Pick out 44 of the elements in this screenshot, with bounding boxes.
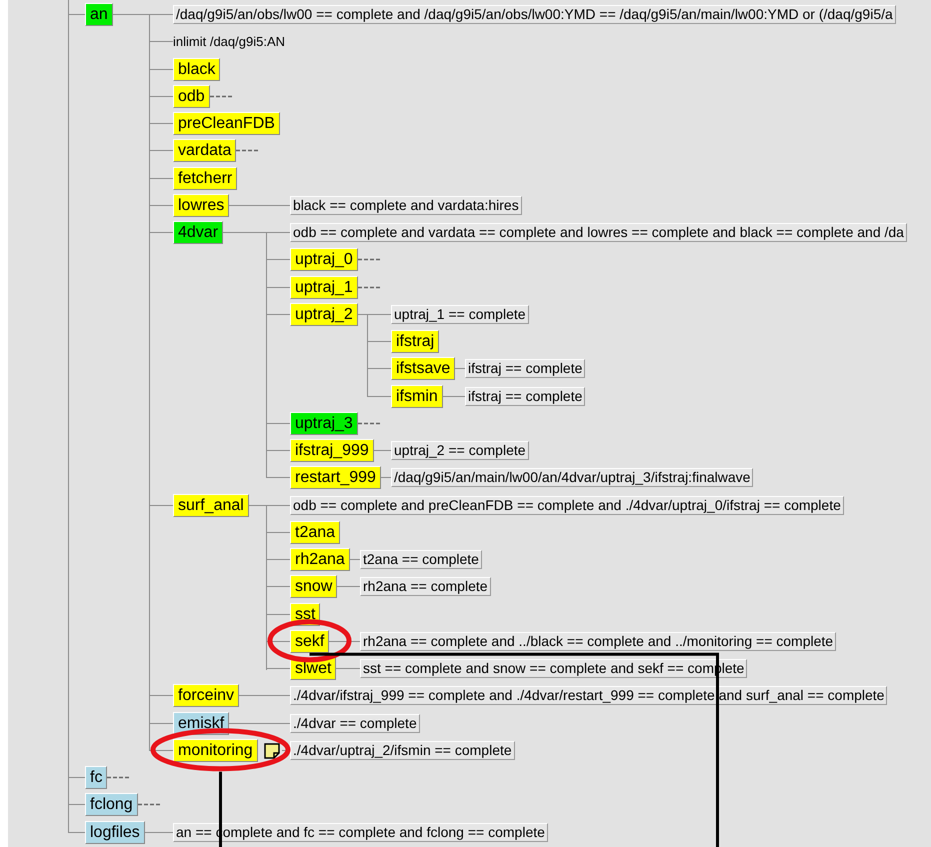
trigger-expression: ifstraj == complete [465,359,586,378]
tree-node[interactable]: fetcherr [173,167,238,190]
tree-node[interactable]: uptraj_1 [290,276,358,299]
trigger-expression: ./4dvar/uptraj_2/ifsmin == complete [290,741,515,760]
tree-node[interactable]: forceinv [173,684,240,707]
tree-node[interactable]: snow [290,575,338,598]
tree-node[interactable]: monitoring [173,739,258,762]
tree-node[interactable]: an [85,3,113,26]
tree-node[interactable]: uptraj_0 [290,248,358,271]
tree-node[interactable]: 4dvar [173,221,224,244]
tree-node[interactable]: t2ana [290,521,340,544]
trigger-expression: /daq/g9i5/an/obs/lw00 == complete and /daq/g9i5/an/obs/lw00:YMD == /daq/g9i5/an/main/lw00:YMD or (/daq/g9i5/a [173,5,896,24]
trigger-expression: ./4dvar/ifstraj_999 == complete and ./4dvar/restart_999 == complete and surf_anal == complete [290,686,888,705]
tree-node[interactable]: fclong [85,793,138,816]
tree-node[interactable]: logfiles [85,821,145,844]
tree-node[interactable]: ifstraj [391,330,440,353]
tree-node[interactable]: black [173,58,220,81]
tree-node[interactable]: rh2ana [290,548,350,571]
tree-node[interactable]: preCleanFDB [173,112,280,135]
limit-text: inlimit /daq/g9i5:AN [173,33,285,51]
tree-node[interactable]: ifstsave [391,357,456,380]
tree-node[interactable]: lowres [173,194,230,217]
tree-node[interactable]: uptraj_2 [290,303,358,326]
trigger-expression: uptraj_1 == complete [391,305,529,324]
note-icon[interactable] [264,743,280,759]
trigger-expression: t2ana == complete [360,550,482,569]
trigger-expression: uptraj_2 == complete [391,441,529,460]
tree-node[interactable]: restart_999 [290,466,381,489]
tree-node[interactable]: uptraj_3 [290,412,358,435]
trigger-expression: ifstraj == complete [465,387,586,406]
tree-node[interactable]: sekf [290,630,330,653]
trigger-expression: odb == complete and vardata == complete and lowres == complete and black == complete and /da [290,223,907,242]
trigger-expression: rh2ana == complete [360,577,491,596]
trigger-expression: black == complete and vardata:hires [290,196,522,215]
tree-node[interactable]: odb [173,85,210,108]
tree-node[interactable]: fc [85,766,108,789]
tree-node[interactable]: ifsmin [391,385,443,408]
tree-node[interactable]: vardata [173,139,236,162]
trigger-expression: ./4dvar == complete [290,714,420,733]
trigger-expression: rh2ana == complete and ../black == complete and ../monitoring == complete [360,632,836,651]
tree-node[interactable]: ifstraj_999 [290,439,374,462]
tree-node[interactable]: surf_anal [173,494,249,517]
trigger-expression: /daq/g9i5/an/main/lw00/an/4dvar/uptraj_3/ifstraj:finalwave [391,468,754,487]
trigger-expression: odb == complete and preCleanFDB == complete and ./4dvar/uptraj_0/ifstraj == complete [290,496,844,515]
